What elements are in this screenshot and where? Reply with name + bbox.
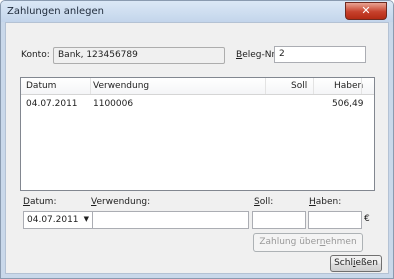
cell-haben: 506,49 <box>332 99 364 109</box>
verwendung-input[interactable] <box>92 211 249 229</box>
beleg-nr-input[interactable]: 2 <box>274 46 366 63</box>
dialog-body: Konto: Bank, 123456789 Beleg-Nr.: 2 Datu… <box>5 22 389 274</box>
soll-input[interactable] <box>252 211 306 229</box>
cell-datum: 04.07.2011 <box>26 99 78 109</box>
chevron-down-icon[interactable]: ▼ <box>84 215 89 223</box>
title-bar[interactable]: Zahlungen anlegen ✕ <box>1 1 393 22</box>
window-title: Zahlungen anlegen <box>7 6 105 17</box>
zahlung-uebernehmen-button[interactable]: Zahlung übernehmen <box>253 233 363 252</box>
table-row[interactable]: 04.07.2011 1100006 506,49 <box>21 96 374 110</box>
datum-label: Datum: <box>23 197 57 207</box>
datum-combobox[interactable]: 04.07.2011 ▼ <box>23 211 94 229</box>
haben-label: Haben: <box>309 197 342 207</box>
soll-label: Soll: <box>254 197 274 207</box>
haben-input[interactable] <box>308 211 362 229</box>
column-header-verwendung[interactable]: Verwendung <box>93 81 149 91</box>
verwendung-label: Verwendung: <box>91 197 151 207</box>
currency-symbol: € <box>364 214 370 224</box>
column-header-soll[interactable]: Soll <box>291 81 307 91</box>
column-header-datum[interactable]: Datum <box>26 81 56 91</box>
close-icon: ✕ <box>361 4 371 17</box>
close-button[interactable]: ✕ <box>345 2 387 20</box>
dialog-window: Zahlungen anlegen ✕ Konto: Bank, 1234567… <box>0 0 394 279</box>
cell-verwendung: 1100006 <box>93 99 134 109</box>
column-header-haben[interactable]: Haben <box>334 81 363 91</box>
schliessen-button[interactable]: Schließen <box>330 255 382 272</box>
konto-field: Bank, 123456789 <box>53 47 225 64</box>
konto-label: Konto: <box>21 50 50 60</box>
list-header: Datum Verwendung Soll Haben <box>21 78 374 95</box>
payments-list[interactable]: Datum Verwendung Soll Haben 04.07.2011 1… <box>20 77 375 191</box>
datum-value: 04.07.2011 <box>27 215 79 225</box>
